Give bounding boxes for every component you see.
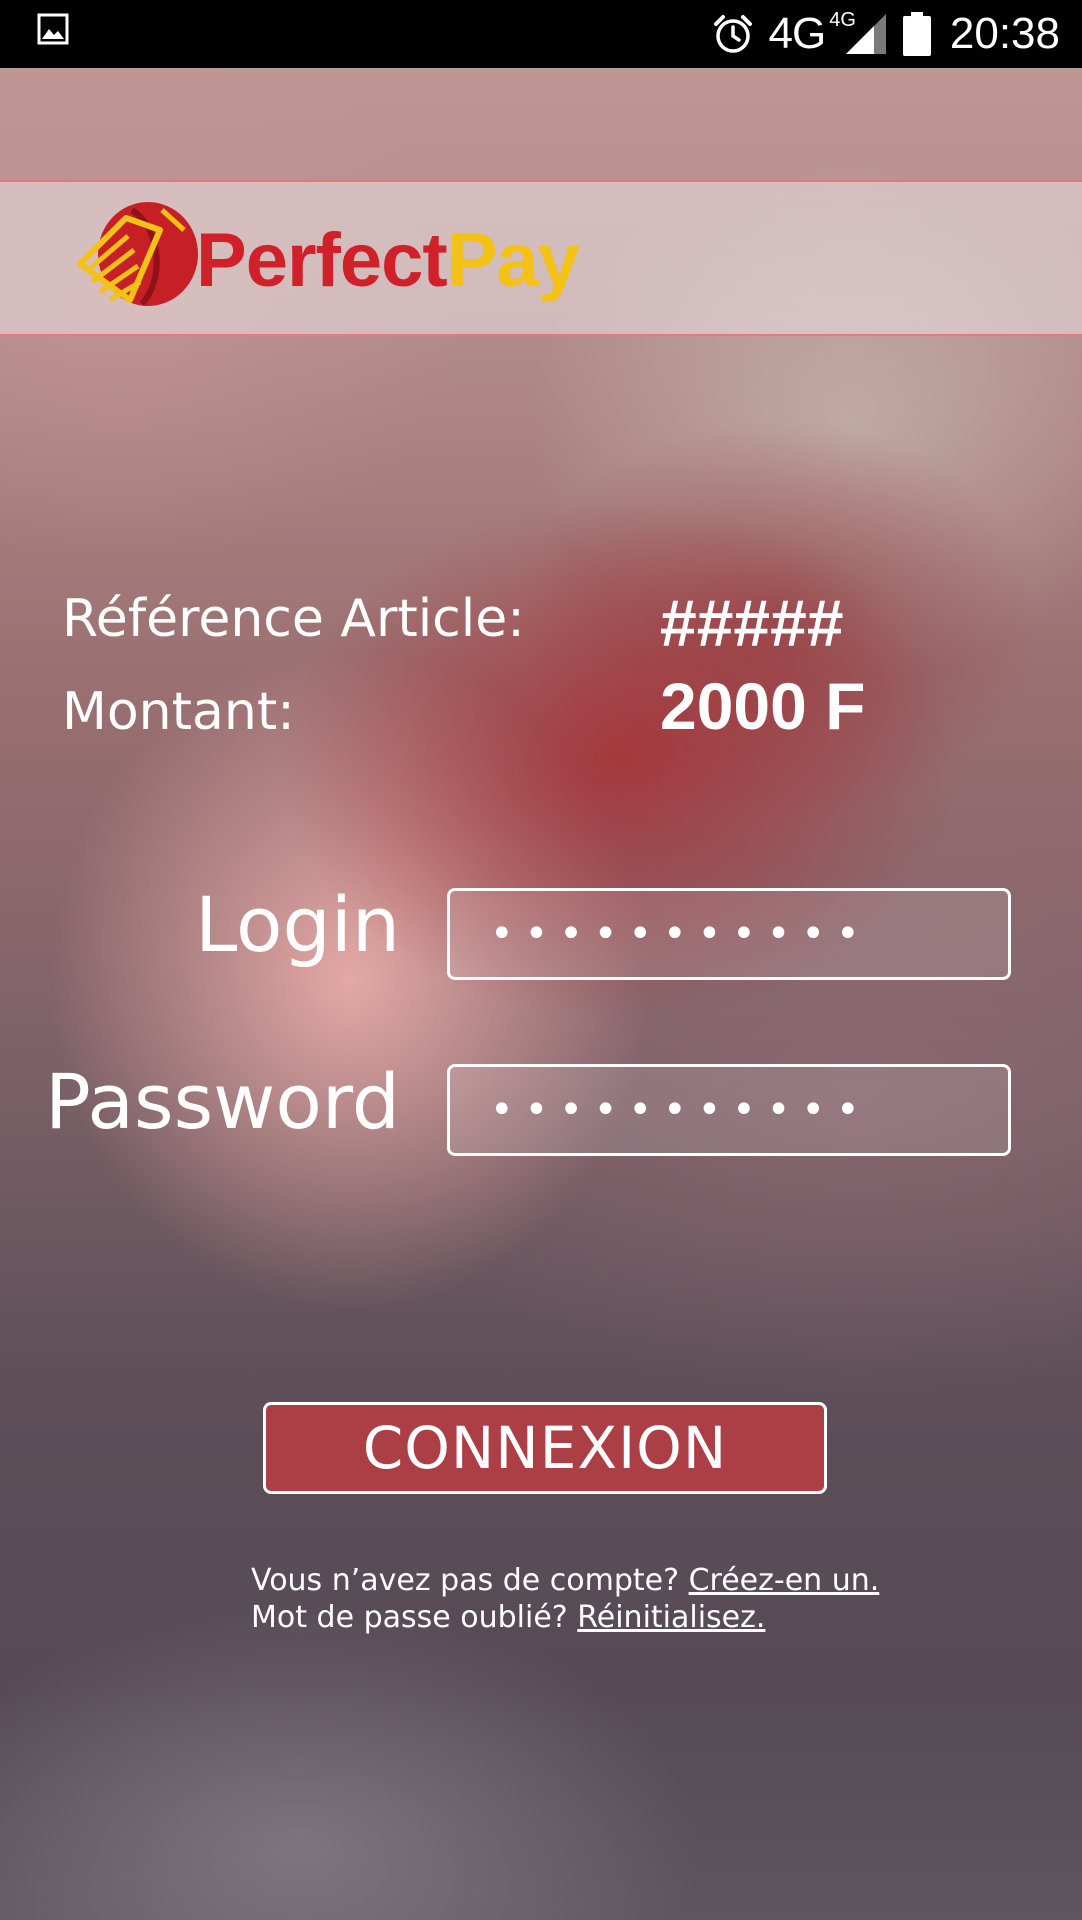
status-bar: 4G 4G 20:38 [0,0,1082,68]
reset-password-link[interactable]: Réinitialisez. [577,1600,765,1635]
alarm-icon [713,15,752,53]
password-input[interactable]: ••••••••••• [447,1064,1011,1156]
battery-icon [902,12,931,56]
network-type-superscript: 4G [829,8,856,31]
login-label: Login [194,880,400,969]
login-input[interactable]: ••••••••••• [447,888,1011,980]
amount-label: Montant: [62,682,295,742]
connexion-button[interactable]: CONNEXION [263,1402,827,1494]
reset-line: Mot de passe oublié? Réinitialisez. [251,1599,879,1636]
perfectpay-logo: PerfectPay [72,200,580,320]
clock-time: 20:38 [949,9,1060,58]
brand-name-part2: Pay [446,217,580,303]
reference-value: ##### [660,586,844,660]
no-account-text: Vous n’avez pas de compte? [251,1563,680,1598]
reference-label: Référence Article: [62,589,525,649]
signup-line: Vous n’avez pas de compte? Créez-en un. [251,1562,879,1599]
image-icon [37,13,69,45]
perfectpay-logo-icon [77,202,198,307]
create-account-link[interactable]: Créez-en un. [689,1563,880,1598]
network-type-label: 4G [768,9,827,58]
password-label: Password [45,1057,400,1146]
brand-name-part1: Perfect [196,217,448,303]
forgot-password-text: Mot de passe oublié? [251,1600,568,1635]
amount-value: 2000 F [660,669,866,743]
footer-links: Vous n’avez pas de compte? Créez-en un. … [251,1562,879,1636]
brand-name: PerfectPay [196,217,580,304]
